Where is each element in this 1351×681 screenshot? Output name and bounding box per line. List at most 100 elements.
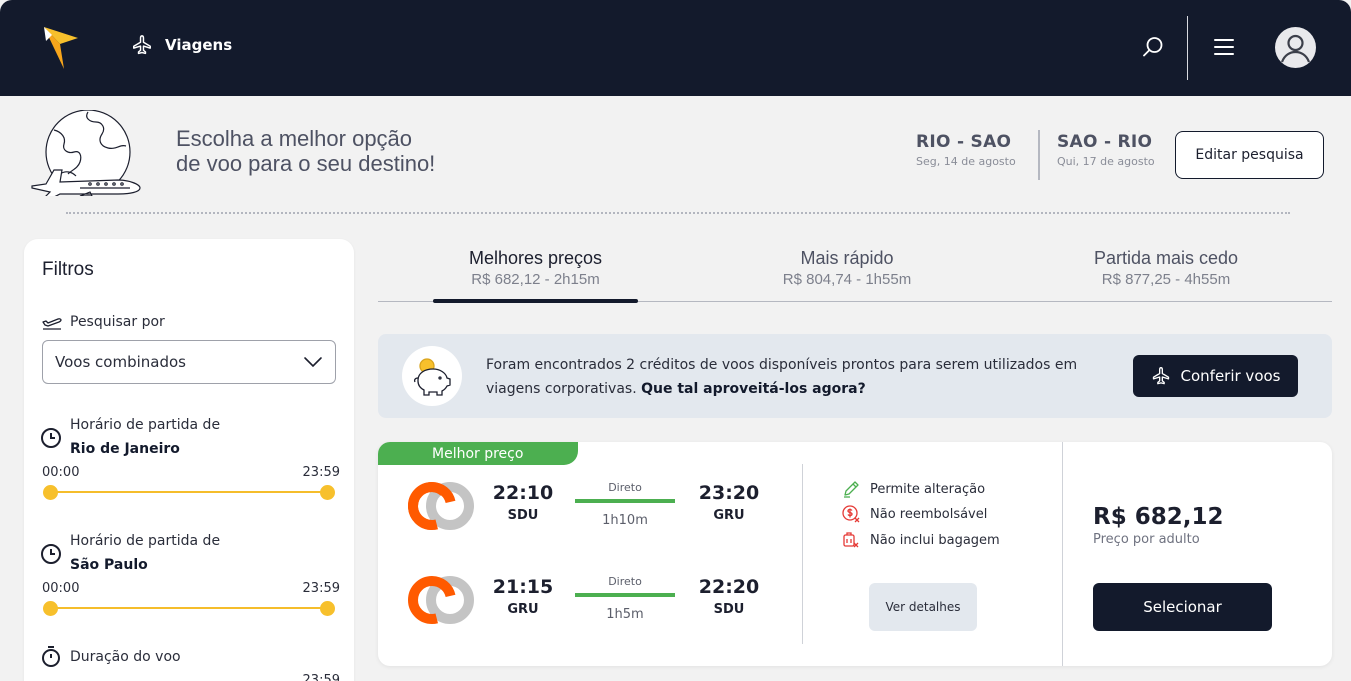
arrival-info: 22:20 SDU xyxy=(694,576,764,617)
flight-duration: 1h5m xyxy=(606,607,644,622)
tab-earliest-label: Partida mais cedo xyxy=(1093,248,1239,268)
arrival-time: 23:20 xyxy=(698,482,760,504)
condition-non-refundable: Não reembolsável xyxy=(842,505,987,523)
departure-sp-filter: Horário de partida de São Paulo 00:00 23… xyxy=(40,529,340,618)
departure-airport: GRU xyxy=(507,602,539,617)
arrival-info: 23:20 GRU xyxy=(694,482,764,523)
edit-search-button[interactable]: Editar pesquisa xyxy=(1175,131,1324,179)
condition-baggage-text: Não inclui bagagem xyxy=(870,532,1000,548)
best-price-badge: Melhor preço xyxy=(378,442,578,465)
outbound-route-code: RIO - SAO xyxy=(916,132,1012,152)
top-navbar: Viagens xyxy=(0,0,1351,96)
arrival-airport: SDU xyxy=(713,602,745,617)
condition-change-allowed: Permite alteração xyxy=(842,480,985,498)
search-by-label-row: Pesquisar por xyxy=(42,314,165,330)
slider-track xyxy=(50,491,332,493)
departure-rio-label: Horário de partida de xyxy=(70,417,221,433)
airline-logo-icon xyxy=(408,482,474,530)
filters-panel: Filtros Pesquisar por Voos combinados Ho… xyxy=(24,239,354,681)
nav-viagens-link[interactable]: Viagens xyxy=(131,34,232,56)
departure-sp-slider[interactable] xyxy=(40,598,340,618)
view-details-button[interactable]: Ver detalhes xyxy=(869,583,977,631)
search-by-select[interactable]: Voos combinados xyxy=(42,340,336,384)
departure-rio-slider[interactable] xyxy=(40,482,340,502)
tab-fastest-sub: R$ 804,74 - 1h55m xyxy=(782,271,912,288)
price-amount: R$ 682,12 xyxy=(1093,504,1224,530)
dotted-divider xyxy=(66,212,1290,214)
menu-icon[interactable] xyxy=(1212,36,1236,58)
departure-time: 21:15 xyxy=(492,576,554,598)
route-divider xyxy=(1038,130,1040,180)
flight-leg-return: 21:15 GRU Direto 1h5m 22:20 SDU xyxy=(408,572,798,632)
nav-viagens-label: Viagens xyxy=(165,36,233,54)
condition-refund-text: Não reembolsável xyxy=(870,506,988,522)
credits-banner: Foram encontrados 2 créditos de voos dis… xyxy=(378,334,1332,418)
check-flights-button[interactable]: Conferir voos xyxy=(1133,355,1298,397)
active-tab-indicator xyxy=(433,298,638,303)
user-icon xyxy=(1280,34,1311,63)
tab-fastest[interactable]: Mais rápido R$ 804,74 - 1h55m xyxy=(747,248,947,288)
tab-best-price-label: Melhores preços xyxy=(468,248,603,268)
plane-takeoff-icon xyxy=(42,318,62,330)
slider-min-handle[interactable] xyxy=(43,485,58,500)
departure-info: 21:15 GRU xyxy=(488,576,558,617)
brand-logo-icon[interactable] xyxy=(42,25,80,71)
departure-airport: SDU xyxy=(507,508,539,523)
return-route-code: SAO - RIO xyxy=(1057,132,1153,152)
pencil-icon xyxy=(844,481,859,498)
departure-time: 22:10 xyxy=(492,482,554,504)
globe-airplane-illustration xyxy=(31,110,141,196)
slider-max-handle[interactable] xyxy=(320,485,335,500)
slider-max-handle[interactable] xyxy=(320,601,335,616)
duration-max: 23:59 xyxy=(302,673,340,681)
slider-min-handle[interactable] xyxy=(43,601,58,616)
tab-best-price[interactable]: Melhores preços R$ 682,12 - 2h15m xyxy=(433,248,638,288)
return-route: SAO - RIO Qui, 17 de agosto xyxy=(1057,132,1155,168)
stopwatch-icon xyxy=(42,646,60,667)
departure-rio-filter: Horário de partida de Rio de Janeiro 00:… xyxy=(40,413,340,502)
flight-result-card: Melhor preço 22:10 SDU Direto 1h10m 23:2… xyxy=(378,442,1332,666)
route-line xyxy=(575,593,675,597)
airline-logo-icon xyxy=(408,576,474,624)
hero-heading-line1: Escolha a melhor opção xyxy=(176,126,413,151)
departure-info: 22:10 SDU xyxy=(488,482,558,523)
departure-rio-city: Rio de Janeiro xyxy=(70,441,180,457)
card-divider xyxy=(802,464,803,644)
tab-earliest-sub: R$ 877,25 - 4h55m xyxy=(1101,271,1231,288)
select-flight-button[interactable]: Selecionar xyxy=(1093,583,1272,631)
flight-leg-outbound: 22:10 SDU Direto 1h10m 23:20 GRU xyxy=(408,478,798,538)
departure-sp-min: 00:00 xyxy=(42,581,80,596)
flight-duration: 1h10m xyxy=(602,513,648,528)
outbound-route-date: Seg, 14 de agosto xyxy=(916,155,1016,168)
outbound-route: RIO - SAO Seg, 14 de agosto xyxy=(916,132,1016,168)
tab-best-price-sub: R$ 682,12 - 2h15m xyxy=(471,271,600,288)
stops-label: Direto xyxy=(608,575,642,588)
chevron-down-icon xyxy=(304,357,322,368)
price-divider xyxy=(1062,442,1063,666)
search-icon[interactable] xyxy=(1141,35,1165,59)
hero-heading-line2: de voo para o seu destino! xyxy=(176,151,436,176)
arrival-time: 22:20 xyxy=(698,576,760,598)
slider-track xyxy=(50,607,332,609)
nav-divider xyxy=(1187,16,1188,80)
plane-icon xyxy=(1152,367,1169,385)
plane-icon xyxy=(133,35,151,55)
departure-sp-max: 23:59 xyxy=(302,581,340,596)
credits-message-cta: Que tal aproveitá-los agora? xyxy=(641,381,866,397)
flight-path: Direto 1h5m xyxy=(575,575,675,622)
clock-icon xyxy=(41,544,61,564)
tab-fastest-label: Mais rápido xyxy=(800,248,894,268)
no-refund-icon xyxy=(842,505,860,523)
user-avatar[interactable] xyxy=(1275,27,1316,68)
departure-sp-city: São Paulo xyxy=(70,557,148,573)
check-flights-label: Conferir voos xyxy=(1180,367,1281,385)
departure-rio-max: 23:59 xyxy=(302,465,340,480)
departure-sp-label: Horário de partida de xyxy=(70,533,221,549)
sort-tabs: Melhores preços R$ 682,12 - 2h15m Mais r… xyxy=(378,248,1332,303)
clock-icon xyxy=(41,428,61,448)
price-note: Preço por adulto xyxy=(1093,532,1200,547)
route-line xyxy=(575,499,675,503)
duration-label: Duração do voo xyxy=(70,649,181,665)
tab-earliest[interactable]: Partida mais cedo R$ 877,25 - 4h55m xyxy=(1061,248,1271,288)
flight-path: Direto 1h10m xyxy=(575,481,675,528)
